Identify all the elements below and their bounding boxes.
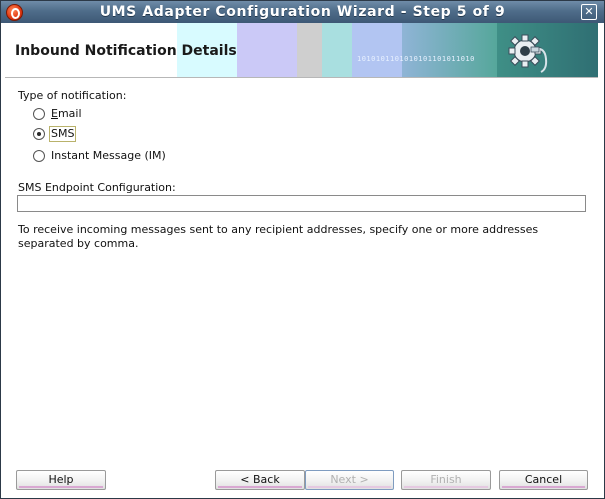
gear-plug-icon [508,34,548,73]
email-option-label[interactable]: Email [51,107,82,121]
help-text: To receive incoming messages sent to any… [18,223,539,250]
header-decor-band [402,23,497,77]
header-decor-band [352,23,402,77]
finish-button[interactable]: Finish [401,470,491,490]
instant-message-radio[interactable] [33,150,45,162]
window-title: UMS Adapter Configuration Wizard - Step … [99,4,506,20]
wizard-header: 1010101101010101101011010 Inbound Notifi… [5,23,598,77]
page-title: Inbound Notification Details [15,43,237,59]
email-radio[interactable] [33,108,45,120]
sms-option-label[interactable]: SMS [48,126,77,142]
close-icon: ✕ [584,5,594,18]
sms-endpoint-label: SMS Endpoint Configuration: [18,181,176,194]
header-decor-band [322,23,352,77]
next-button[interactable]: Next > [305,470,394,490]
title-bar[interactable]: UMS Adapter Configuration Wizard - Step … [1,1,604,23]
header-binary-decoration: 1010101101010101101011010 [357,55,475,63]
email-label-rest: mail [57,107,82,120]
close-button[interactable]: ✕ [581,4,597,20]
cancel-button[interactable]: Cancel [499,470,588,490]
header-divider [5,77,598,78]
sms-radio[interactable] [33,128,45,140]
back-button[interactable]: < Back [215,470,305,490]
wizard-window: UMS Adapter Configuration Wizard - Step … [0,0,605,499]
sms-endpoint-input[interactable] [17,195,586,212]
type-of-notification-label: Type of notification: [18,89,127,102]
header-decor-band [237,23,297,77]
instant-message-option-label[interactable]: Instant Message (IM) [51,149,166,163]
header-decor-band [297,23,322,77]
help-button[interactable]: Help [16,470,106,490]
